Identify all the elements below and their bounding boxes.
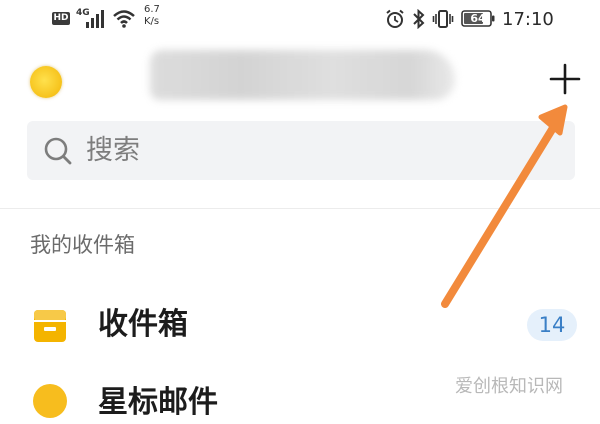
search-placeholder[interactable]: 搜索 — [86, 133, 140, 169]
bluetooth-icon — [413, 9, 425, 29]
network-speed: 6.7 K/s — [144, 4, 166, 28]
signal-icon — [86, 10, 104, 28]
alarm-icon — [386, 9, 404, 28]
star-icon — [33, 384, 67, 418]
search-icon — [44, 137, 72, 165]
hd-indicator: HD — [52, 12, 70, 25]
inbox-icon — [34, 310, 66, 342]
wifi-icon — [113, 10, 135, 28]
status-bar: HD 4G 6.7 K/s 64 17:10 — [0, 0, 600, 40]
unread-count-badge: 14 — [527, 309, 577, 341]
clock-time: 17:10 — [502, 9, 554, 30]
battery-level: 64 — [470, 12, 486, 25]
account-name-redacted[interactable] — [150, 50, 455, 100]
account-avatar[interactable] — [30, 66, 62, 98]
plus-icon[interactable] — [548, 62, 582, 96]
speed-unit: K/s — [144, 16, 160, 27]
watermark-text: 爱创根知识网 — [455, 376, 563, 397]
inbox-label: 收件箱 — [98, 307, 188, 342]
section-divider — [0, 208, 600, 209]
speed-value: 6.7 — [144, 4, 160, 15]
starred-label: 星标邮件 — [98, 385, 218, 420]
section-title: 我的收件箱 — [30, 233, 135, 257]
vibrate-icon — [432, 10, 454, 28]
